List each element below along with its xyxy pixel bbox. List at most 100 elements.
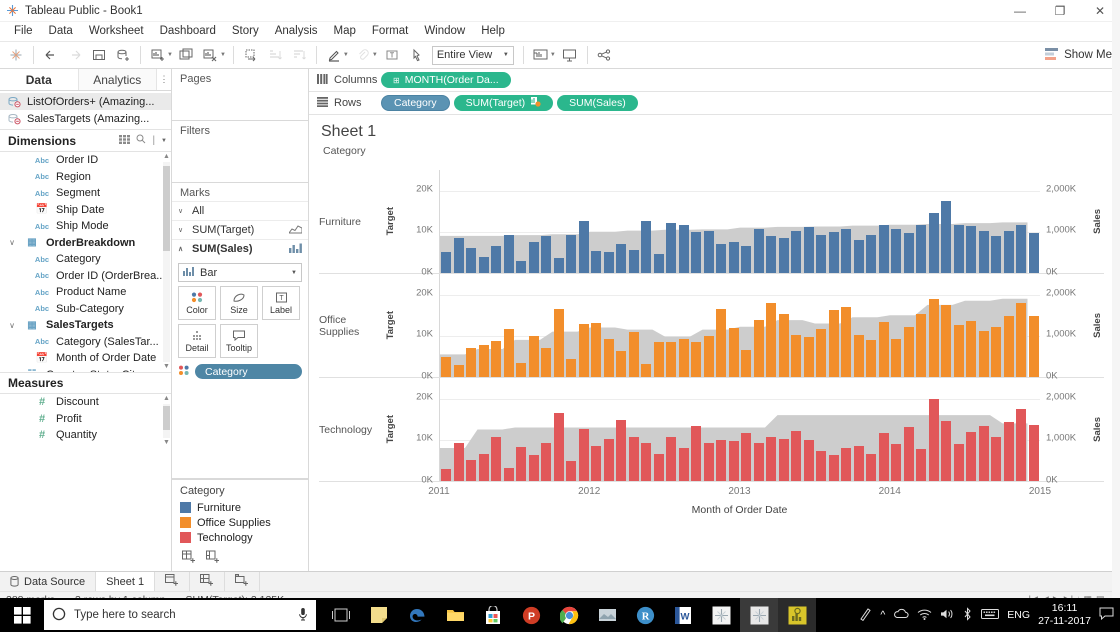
tableau-home-icon[interactable] — [4, 43, 28, 67]
redo-icon[interactable] — [63, 43, 87, 67]
bar-mark[interactable] — [803, 337, 814, 377]
bar-mark[interactable] — [528, 336, 539, 377]
bar-mark[interactable] — [466, 459, 477, 481]
tooltip-button[interactable]: Tooltip — [220, 324, 258, 358]
bar-mark[interactable] — [691, 426, 702, 481]
edge-icon[interactable] — [398, 598, 436, 632]
grid-view-icon[interactable] — [119, 134, 131, 147]
rows-drop-zone[interactable]: Category SUM(Target) SUM(Sales) — [381, 95, 1120, 111]
bar-mark[interactable] — [541, 442, 552, 481]
tray-expand-icon[interactable]: ^ — [880, 609, 885, 621]
r-studio-icon[interactable]: R — [626, 598, 664, 632]
bar-mark[interactable] — [628, 331, 639, 377]
bar-mark[interactable] — [991, 236, 1002, 273]
bar-mark[interactable] — [691, 232, 702, 273]
new-worksheet-small-icon[interactable] — [182, 550, 196, 566]
menu-help[interactable]: Help — [473, 22, 513, 41]
bar-mark[interactable] — [791, 430, 802, 481]
legend-item-office-supplies[interactable]: Office Supplies — [172, 515, 308, 530]
bar-mark[interactable] — [703, 231, 714, 273]
bar-mark[interactable] — [741, 349, 752, 377]
bar-mark[interactable] — [591, 445, 602, 481]
text-tool-icon[interactable]: T — [380, 43, 404, 67]
bar-mark[interactable] — [716, 440, 727, 481]
bluetooth-icon[interactable] — [962, 606, 973, 624]
powerpoint-icon[interactable]: P — [512, 598, 550, 632]
bar-mark[interactable] — [903, 327, 914, 377]
bar-mark[interactable] — [603, 338, 614, 377]
bar-mark[interactable] — [628, 249, 639, 273]
bar-mark[interactable] — [678, 225, 689, 273]
new-data-source-icon[interactable] — [111, 43, 135, 67]
measures-scroll-down-icon[interactable]: ▼ — [163, 438, 170, 448]
scrollbar-thumb[interactable] — [163, 166, 170, 251]
chrome-icon[interactable] — [550, 598, 588, 632]
bar-mark[interactable] — [441, 468, 452, 481]
measures-scrollbar[interactable]: ▲ ▼ — [163, 394, 170, 448]
bar-mark[interactable] — [441, 251, 452, 273]
bar-mark[interactable] — [778, 438, 789, 481]
bar-mark[interactable] — [541, 236, 552, 273]
bar-mark[interactable] — [741, 246, 752, 273]
pill-category[interactable]: Category — [381, 95, 450, 111]
bar-mark[interactable] — [528, 242, 539, 273]
bar-mark[interactable] — [1016, 225, 1027, 273]
bar-mark[interactable] — [691, 341, 702, 377]
viz-canvas[interactable]: Sheet 1 Category Furniture Target 0K 10K 20K… — [309, 115, 1120, 571]
bar-mark[interactable] — [653, 453, 664, 481]
bar-mark[interactable] — [716, 308, 727, 377]
bar-mark[interactable] — [566, 359, 577, 377]
bar-mark[interactable] — [666, 437, 677, 481]
store-icon[interactable] — [474, 598, 512, 632]
field-row[interactable]: Abc Order ID — [0, 152, 171, 169]
bar-mark[interactable] — [491, 340, 502, 377]
bar-mark[interactable] — [866, 340, 877, 377]
bar-mark[interactable] — [616, 244, 627, 273]
field-row[interactable]: Abc Sub-Category — [0, 301, 171, 318]
bar-mark[interactable] — [616, 419, 627, 481]
bar-mark[interactable] — [1016, 303, 1027, 377]
bar-mark[interactable] — [853, 445, 864, 481]
bar-mark[interactable] — [503, 234, 514, 273]
pill-sum-sales[interactable]: SUM(Sales) — [557, 95, 638, 111]
menu-worksheet[interactable]: Worksheet — [81, 22, 152, 41]
legend-item-furniture[interactable]: Furniture — [172, 500, 308, 515]
bar-mark[interactable] — [616, 351, 627, 377]
bar-mark[interactable] — [566, 460, 577, 481]
bar-mark[interactable] — [816, 450, 827, 481]
new-dashboard-small-icon[interactable] — [206, 550, 220, 566]
bar-mark[interactable] — [553, 308, 564, 377]
rows-shelf[interactable]: Rows Category SUM(Target) SUM(Sales) — [309, 92, 1120, 115]
bar-mark[interactable] — [653, 341, 664, 377]
field-row[interactable]: 📅 Ship Date — [0, 202, 171, 219]
menu-format[interactable]: Format — [364, 22, 416, 41]
bar-mark[interactable] — [1028, 315, 1039, 377]
bar-mark[interactable] — [841, 448, 852, 481]
bar-mark[interactable] — [941, 420, 952, 481]
microphone-icon[interactable] — [298, 607, 308, 624]
label-button[interactable]: T Label — [262, 286, 300, 320]
bar-mark[interactable] — [841, 228, 852, 273]
bar-mark[interactable] — [453, 365, 464, 377]
bar-mark[interactable] — [1028, 425, 1039, 481]
network-icon[interactable] — [917, 608, 932, 623]
clock[interactable]: 16:11 27-11-2017 — [1038, 602, 1091, 628]
bar-mark[interactable] — [791, 230, 802, 273]
bar-mark[interactable] — [803, 226, 814, 273]
field-row[interactable]: # Profit — [0, 411, 171, 428]
bar-mark[interactable] — [591, 250, 602, 273]
color-button[interactable]: Color — [178, 286, 216, 320]
bar-mark[interactable] — [703, 442, 714, 481]
action-center-icon[interactable] — [1099, 607, 1114, 623]
plot-area[interactable] — [439, 274, 1040, 377]
bar-mark[interactable] — [828, 455, 839, 481]
bar-mark[interactable] — [703, 336, 714, 377]
bar-mark[interactable] — [603, 438, 614, 481]
marks-row-sales[interactable]: ∧ SUM(Sales) — [172, 239, 308, 258]
new-worksheet-tab-button[interactable] — [155, 572, 191, 591]
tableau-active-icon[interactable] — [778, 598, 816, 632]
bar-mark[interactable] — [941, 304, 952, 377]
chart-panel[interactable]: Furniture Target 0K 10K 20K 0K 1,000K 2,000K Sal… — [319, 170, 1104, 278]
field-row[interactable]: ∨ ▦ SalesTargets — [0, 317, 171, 334]
tab-data-source[interactable]: Data Source — [0, 572, 97, 591]
